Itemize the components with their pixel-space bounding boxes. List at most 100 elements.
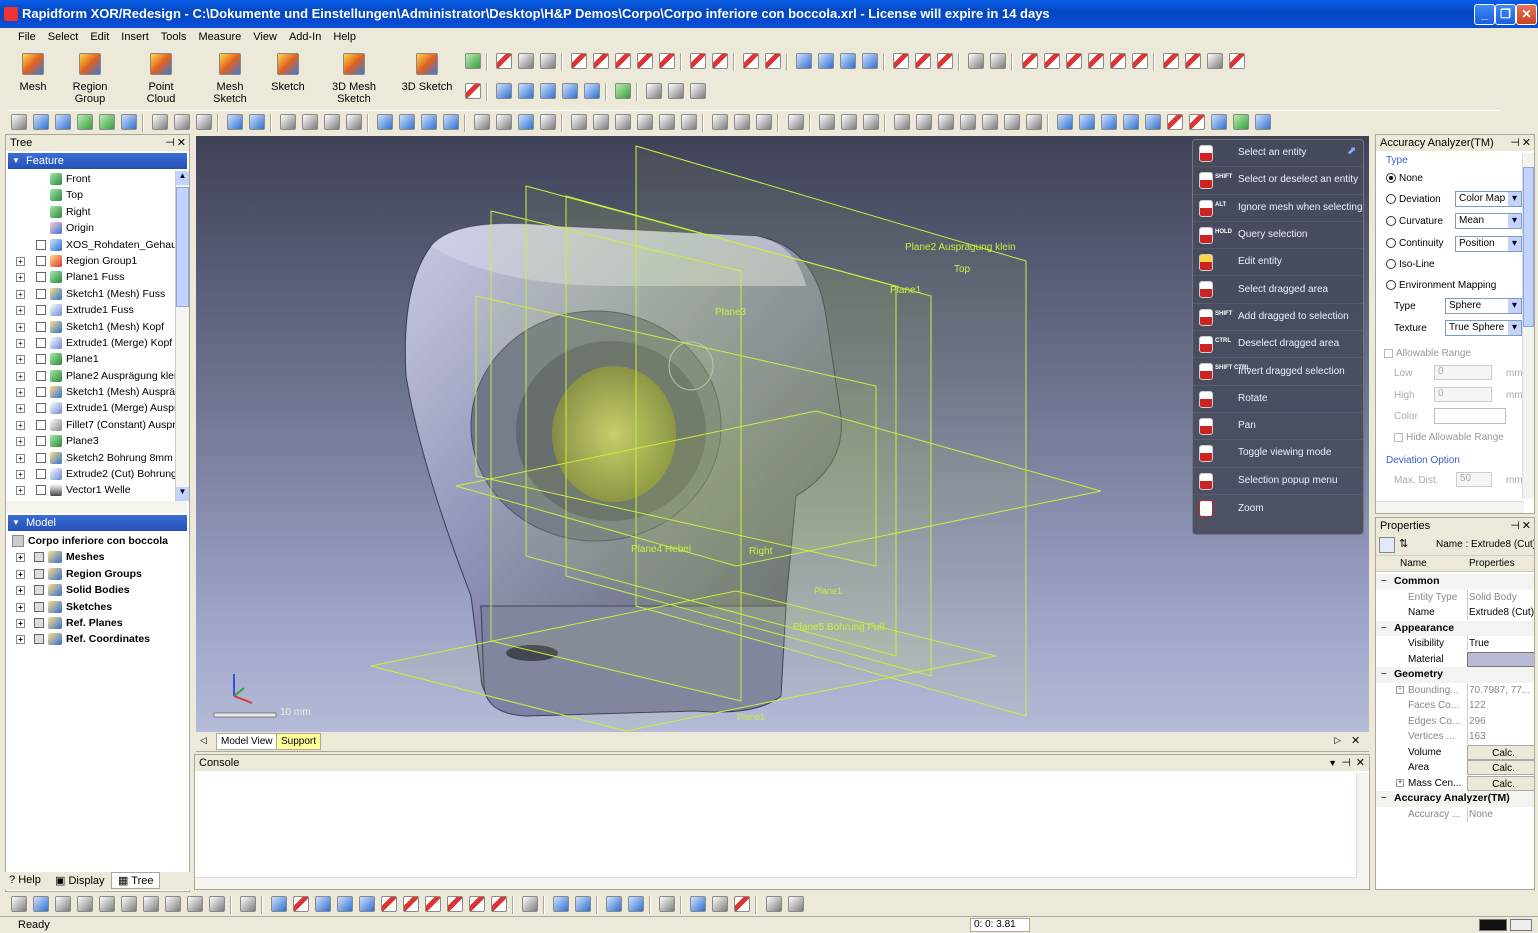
expand-icon[interactable]: + [16, 470, 25, 480]
draft-icon[interactable] [1162, 53, 1179, 69]
point-icon[interactable] [540, 53, 557, 69]
tree-item[interactable]: + Fillet7 (Constant) Auspräg [6, 417, 187, 433]
visibility-checkbox[interactable] [36, 370, 46, 381]
tree-item[interactable]: + Extrude1 (Merge) Kopf [6, 335, 175, 351]
expand-icon[interactable]: + [16, 256, 25, 266]
visibility-checkbox[interactable] [36, 452, 46, 463]
angle-icon[interactable] [668, 83, 685, 99]
mode-region-group-button[interactable]: Region Group [57, 50, 123, 105]
model-header[interactable]: Model [8, 515, 187, 531]
mode-sketch-button[interactable]: Sketch [270, 50, 306, 100]
tree-item[interactable]: + Plane3 [6, 433, 175, 449]
select-mode-icon[interactable] [240, 896, 257, 912]
visibility-checkbox[interactable] [36, 436, 46, 447]
open-file-icon[interactable] [33, 114, 49, 130]
filter-mesh-icon[interactable] [271, 896, 288, 912]
plane-icon[interactable] [465, 53, 481, 69]
auto-surface-icon[interactable] [659, 53, 676, 69]
cube-bottom-icon[interactable] [681, 114, 698, 130]
cube-back-icon[interactable] [593, 114, 610, 130]
wizard-icon[interactable] [465, 83, 481, 99]
model-item[interactable]: + Region Groups [6, 566, 189, 582]
edge-icon[interactable] [990, 53, 1007, 69]
menu-view[interactable]: View [247, 28, 283, 43]
prop-row[interactable]: Vertices ... 163 [1376, 729, 1534, 745]
visibility-checkbox[interactable] [34, 552, 44, 563]
eye-region-icon[interactable] [1100, 114, 1117, 130]
filter-face-icon[interactable] [359, 896, 376, 912]
dropdown-icon[interactable]: ▼ [1328, 755, 1337, 771]
sweep-icon[interactable] [615, 53, 632, 69]
knit-icon[interactable] [1131, 53, 1148, 69]
scroll-up-icon[interactable]: ▲ [176, 171, 189, 185]
line-select-icon[interactable] [11, 896, 27, 912]
tree-item[interactable]: + Vector1 Welle [6, 482, 175, 498]
curvature-combo[interactable]: Mean [1455, 213, 1522, 229]
prop-row[interactable]: Accuracy ... None [1376, 806, 1534, 823]
rect-select-icon[interactable] [33, 896, 49, 912]
grid-icon[interactable] [659, 896, 676, 912]
expand-icon[interactable]: + [16, 404, 25, 414]
snap-icon[interactable] [690, 896, 707, 912]
tree-item[interactable]: + Sketch1 (Mesh) Ausprägu [6, 384, 187, 400]
lighting-icon[interactable] [959, 114, 976, 130]
cut-icon[interactable] [1184, 53, 1201, 69]
mode-point-cloud-button[interactable]: Point Cloud [133, 50, 189, 105]
prop-row[interactable]: + Bounding... 70.7987, 77... [1376, 682, 1534, 699]
revolve-icon[interactable] [593, 53, 610, 69]
close-icon[interactable]: ✕ [177, 135, 186, 151]
prop-row[interactable]: Volume Calc. [1376, 744, 1534, 761]
view-iso-icon[interactable] [443, 114, 460, 130]
camera-icon[interactable] [765, 896, 782, 912]
expand-icon[interactable]: + [1396, 685, 1404, 694]
boolean-icon[interactable] [796, 53, 813, 69]
expand-icon[interactable]: + [16, 388, 25, 398]
visibility-checkbox[interactable] [36, 403, 46, 414]
filter-plane-icon[interactable] [425, 896, 442, 912]
loft-icon[interactable] [637, 53, 654, 69]
trim-icon[interactable] [840, 53, 857, 69]
filter-edge-icon[interactable] [381, 896, 398, 912]
filter-coord-icon[interactable] [491, 896, 508, 912]
cube-left-icon[interactable] [615, 114, 632, 130]
brush-icon[interactable] [1025, 114, 1042, 130]
visibility-checkbox[interactable] [36, 272, 46, 283]
expand-icon[interactable]: + [16, 569, 25, 579]
close-icon[interactable]: ✕ [1522, 135, 1531, 151]
align-icon[interactable] [615, 83, 632, 99]
stitch-icon[interactable] [862, 53, 879, 69]
vector-icon[interactable] [496, 53, 513, 69]
calc-volume-button[interactable]: Calc. [1467, 744, 1534, 760]
expand-icon[interactable]: + [16, 289, 25, 299]
tab-help[interactable]: ? Help [9, 874, 41, 886]
freeform-select-icon[interactable] [99, 896, 115, 912]
hide-range-checkbox[interactable]: Hide Allowable Range [1394, 432, 1504, 443]
maximize-button[interactable]: ❐ [1495, 4, 1516, 25]
tree-item[interactable]: + Sketch1 (Mesh) Fuss [6, 286, 175, 302]
tree-item[interactable]: Origin [6, 220, 175, 236]
console-scrollbar[interactable] [1356, 773, 1369, 889]
tab-model-view[interactable]: Model View [216, 733, 278, 750]
minimize-button[interactable]: _ [1474, 4, 1495, 25]
eye-plane-icon[interactable] [1210, 114, 1227, 130]
filter-region-icon[interactable] [293, 896, 310, 912]
zoom-fit-icon[interactable] [280, 114, 297, 130]
lasso-select-icon[interactable] [143, 896, 159, 912]
extrude-icon[interactable] [571, 53, 588, 69]
surface-icon[interactable] [1021, 53, 1038, 69]
close-button[interactable]: ✕ [1516, 4, 1537, 25]
extension-select-icon[interactable] [165, 896, 181, 912]
visibility-checkbox[interactable] [36, 337, 46, 348]
tab-tree[interactable]: ▦ Tree [111, 872, 161, 889]
zoom-icon[interactable] [346, 114, 363, 130]
eye-vector-icon[interactable] [1232, 114, 1249, 130]
redo-icon[interactable] [174, 114, 191, 130]
clock-icon[interactable] [690, 83, 707, 99]
radio-deviation[interactable]: Deviation [1386, 194, 1441, 205]
visibility-checkbox[interactable] [36, 354, 46, 365]
scroll-thumb[interactable] [1523, 167, 1534, 327]
eye-body-icon[interactable] [1144, 114, 1161, 130]
mode-mesh-sketch-button[interactable]: Mesh Sketch [199, 50, 261, 105]
fillet-icon[interactable] [690, 53, 707, 69]
menu-measure[interactable]: Measure [192, 28, 247, 43]
